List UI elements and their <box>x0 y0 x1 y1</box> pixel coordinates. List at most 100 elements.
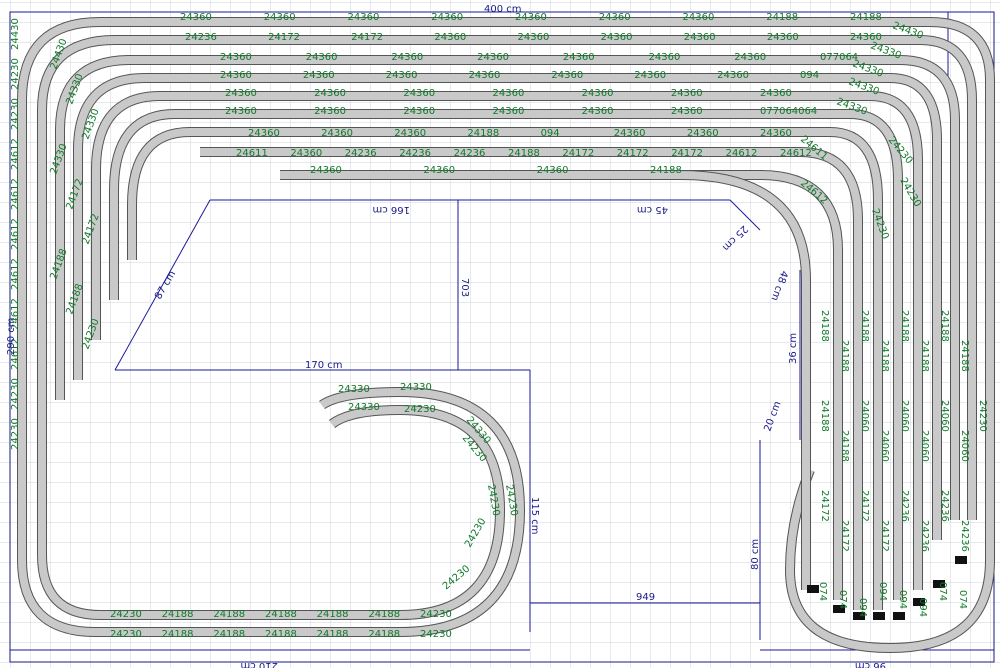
bottom-label: 24230 <box>420 629 452 640</box>
yard-label: 24060 <box>919 430 930 462</box>
yard-label: 24172 <box>819 490 830 522</box>
row-label: 24360 <box>601 32 633 43</box>
yard-end-label: 074 <box>817 582 828 601</box>
row-label: 24360 <box>518 32 550 43</box>
row-label: 24612 <box>726 148 758 159</box>
row-label: 094 <box>541 128 560 139</box>
dim-top-width: 400 cm <box>484 4 522 15</box>
row-label: 24360 <box>563 52 595 63</box>
dim-45: 45 cm <box>637 204 668 215</box>
yard-label: 24188 <box>959 340 970 372</box>
row-label: 077064 <box>820 52 858 63</box>
loop-label: 24330 <box>348 402 380 413</box>
bottom-label: 24188 <box>213 609 245 620</box>
row-label: 24360 <box>423 165 455 176</box>
row-label: 24188 <box>467 128 499 139</box>
bottom-label: 24230 <box>420 609 452 620</box>
row-label: 24360 <box>649 52 681 63</box>
row-label: 24236 <box>185 32 217 43</box>
row-label: 24360 <box>391 52 423 63</box>
row-label: 24360 <box>348 12 380 23</box>
row-label: 24360 <box>290 148 322 159</box>
yard-label: 24236 <box>899 490 910 522</box>
row-label: 24188 <box>650 165 682 176</box>
row-label: 24360 <box>403 88 435 99</box>
row-label: 24236 <box>454 148 486 159</box>
yard-label: 24172 <box>839 520 850 552</box>
yard-label: 24060 <box>939 400 950 432</box>
row-label: 24188 <box>766 12 798 23</box>
row-label: 24360 <box>671 106 703 117</box>
yard-label: 24060 <box>899 400 910 432</box>
left-label: 24230 <box>10 418 21 450</box>
bottom-label: 24188 <box>265 609 297 620</box>
row-label: 24360 <box>264 12 296 23</box>
row-label: 24611 <box>236 148 268 159</box>
row-label: 24360 <box>687 128 719 139</box>
bottom-label: 24188 <box>368 629 400 640</box>
yard-label: 24188 <box>919 340 930 372</box>
left-label: 24612 <box>10 258 21 290</box>
row-label: 24360 <box>306 52 338 63</box>
row-label: 24360 <box>599 12 631 23</box>
yard-label: 24060 <box>859 400 870 432</box>
row-label: 24360 <box>248 128 280 139</box>
row-label: 24360 <box>403 106 435 117</box>
bottom-label: 24230 <box>110 629 142 640</box>
row-label: 24360 <box>225 106 257 117</box>
yard-end-label: 094 <box>897 590 908 609</box>
row-label: 24360 <box>684 32 716 43</box>
row-label: 24360 <box>760 128 792 139</box>
yard-label: 24172 <box>879 520 890 552</box>
loop-label: 24330 <box>338 384 370 395</box>
row-label: 24172 <box>671 148 703 159</box>
yard-label: 24236 <box>939 490 950 522</box>
row-label: 24360 <box>582 88 614 99</box>
bottom-label: 24188 <box>317 609 349 620</box>
yard-label: 24188 <box>839 430 850 462</box>
left-label: 24612 <box>10 218 21 250</box>
row-label: 24360 <box>225 88 257 99</box>
left-label: 24230 <box>10 98 21 130</box>
row-label: 24360 <box>434 32 466 43</box>
yard-label: 24188 <box>819 400 830 432</box>
loop-label: 24230 <box>404 404 436 415</box>
row-label: 24360 <box>614 128 646 139</box>
row-label: 24360 <box>314 106 346 117</box>
bottom-label: 24188 <box>265 629 297 640</box>
row-label: 24360 <box>220 70 252 81</box>
right-label: 24230 <box>977 400 988 432</box>
bottom-label: 24188 <box>317 629 349 640</box>
row-label: 24172 <box>562 148 594 159</box>
row-label: 094 <box>800 70 819 81</box>
row-label: 24360 <box>431 12 463 23</box>
row-label: 24360 <box>634 70 666 81</box>
left-label: 24230 <box>10 58 21 90</box>
bottom-label: 24188 <box>368 609 400 620</box>
dim-166: 166 cm <box>372 204 410 215</box>
dim-80: 80 cm <box>750 539 761 570</box>
row-label: 24360 <box>493 88 525 99</box>
row-label: 24360 <box>180 12 212 23</box>
yard-end-label: 074 <box>837 590 848 609</box>
row-label: 24360 <box>386 70 418 81</box>
yard-label: 24188 <box>899 310 910 342</box>
row-label: 24360 <box>760 88 792 99</box>
row-label: 24360 <box>767 32 799 43</box>
dim-703: 703 <box>459 278 470 297</box>
row-label: 24236 <box>399 148 431 159</box>
dim-170: 170 cm <box>305 360 343 371</box>
bottom-label: 24230 <box>110 609 142 620</box>
row-label: 24360 <box>394 128 426 139</box>
row-label: 24236 <box>345 148 377 159</box>
yard-end-label: 074 <box>937 582 948 601</box>
row-label: 24360 <box>220 52 252 63</box>
row-label: 24360 <box>551 70 583 81</box>
yard-end-label: 094 <box>857 598 868 617</box>
row-label: 24360 <box>310 165 342 176</box>
left-label: 24612 <box>10 138 21 170</box>
row-label: 24360 <box>734 52 766 63</box>
yard-label: 24236 <box>959 520 970 552</box>
bottom-label: 24188 <box>162 609 194 620</box>
yard-end-label: 094 <box>877 582 888 601</box>
